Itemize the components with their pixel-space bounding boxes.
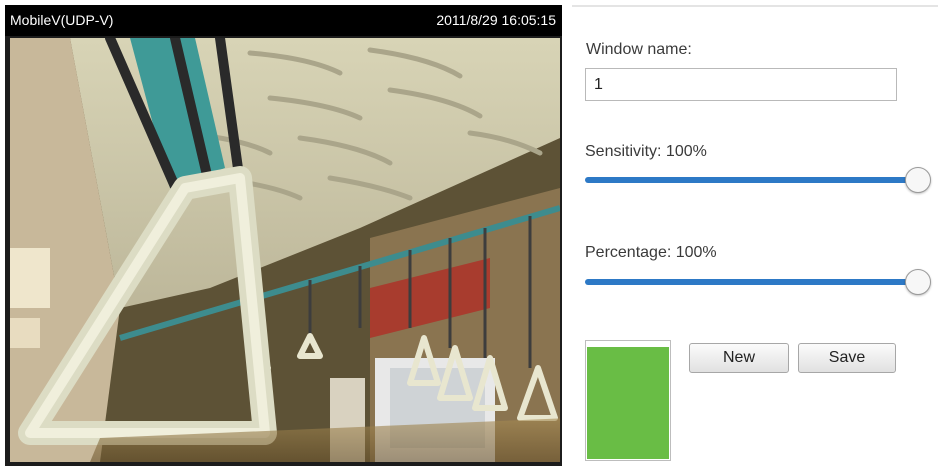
video-timestamp: 2011/8/29 16:05:15: [436, 12, 556, 28]
motion-level-indicator: [585, 340, 671, 461]
percentage-label: Percentage: 100%: [585, 244, 717, 261]
save-button[interactable]: Save: [798, 343, 896, 373]
video-stream-image: [10, 38, 560, 462]
video-stream-frame[interactable]: [10, 38, 560, 462]
sensitivity-slider[interactable]: [585, 166, 931, 194]
window-name-label: Window name:: [586, 41, 692, 58]
percentage-slider-track: [585, 279, 917, 285]
top-divider: [572, 5, 938, 7]
new-button[interactable]: New: [689, 343, 789, 373]
live-video-panel: MobileV(UDP-V) 2011/8/29 16:05:15: [5, 5, 562, 466]
percentage-slider-handle[interactable]: [905, 269, 931, 295]
percentage-slider[interactable]: [585, 268, 931, 296]
sensitivity-slider-handle[interactable]: [905, 167, 931, 193]
video-header-bar: MobileV(UDP-V) 2011/8/29 16:05:15: [5, 5, 562, 36]
camera-name: MobileV(UDP-V): [10, 12, 114, 28]
sensitivity-slider-track: [585, 177, 917, 183]
window-name-input[interactable]: 1: [585, 68, 897, 101]
sensitivity-label: Sensitivity: 100%: [585, 143, 707, 160]
motion-level-fill: [587, 347, 669, 459]
